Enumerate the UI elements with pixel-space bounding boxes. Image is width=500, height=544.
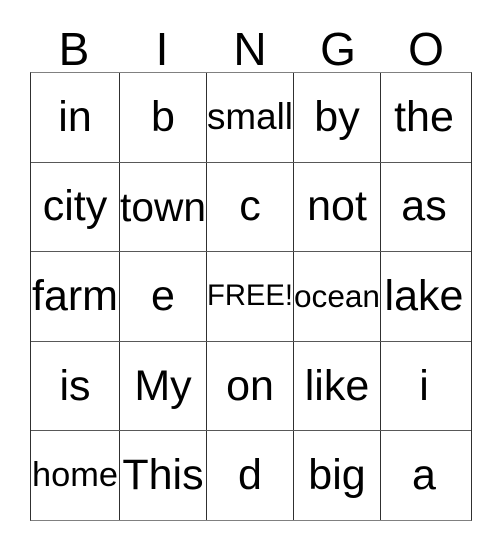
bingo-cell[interactable]: city xyxy=(31,162,119,252)
bingo-cell-label: big xyxy=(308,451,366,500)
bingo-cell[interactable]: ocean xyxy=(293,252,380,341)
bingo-row: home This d big a xyxy=(31,430,471,520)
bingo-cell-label: on xyxy=(226,361,274,410)
bingo-row: city town c not as xyxy=(31,161,471,252)
bingo-cell-label: e xyxy=(151,271,175,320)
bingo-cell-label: lake xyxy=(384,271,464,320)
bingo-cell[interactable]: like xyxy=(293,341,380,431)
bingo-cell-label: the xyxy=(394,92,454,141)
header-letter-label: B xyxy=(58,23,90,76)
bingo-cell[interactable]: big xyxy=(293,431,380,520)
bingo-cell-label: town xyxy=(120,183,206,230)
bingo-header-letter-g: G xyxy=(294,20,382,72)
bingo-cell-free-space[interactable]: FREE! xyxy=(206,252,293,341)
bingo-header-letter-o: O xyxy=(382,20,470,72)
bingo-row: in b small by the xyxy=(31,73,471,162)
bingo-cell-label: i xyxy=(419,361,429,410)
bingo-cell[interactable]: town xyxy=(119,162,206,252)
bingo-cell[interactable]: is xyxy=(31,341,119,431)
bingo-cell[interactable]: My xyxy=(119,341,206,431)
bingo-cell-label: in xyxy=(58,92,92,141)
header-letter-label: O xyxy=(408,23,444,76)
bingo-header-letter-n: N xyxy=(206,20,294,72)
bingo-header-row: B I N G O xyxy=(30,20,470,72)
bingo-cell-label: is xyxy=(59,361,91,410)
bingo-cell-label: like xyxy=(304,361,370,410)
bingo-cell-label: d xyxy=(238,451,262,500)
bingo-cell-label: ocean xyxy=(294,277,380,314)
bingo-cell[interactable]: i xyxy=(380,341,467,431)
bingo-cell[interactable]: in xyxy=(31,73,119,162)
bingo-cell[interactable]: on xyxy=(206,341,293,431)
bingo-header-letter-b: B xyxy=(30,20,118,72)
bingo-cell-label: not xyxy=(307,182,367,231)
bingo-cell[interactable]: small xyxy=(206,73,293,162)
bingo-cell[interactable]: as xyxy=(380,162,467,252)
bingo-cell-label: This xyxy=(122,451,204,500)
bingo-cell-label: small xyxy=(207,95,293,137)
bingo-cell-label: as xyxy=(401,182,447,231)
bingo-cell[interactable]: d xyxy=(206,431,293,520)
bingo-cell[interactable]: This xyxy=(119,431,206,520)
bingo-cell-label: c xyxy=(239,182,261,231)
bingo-cell-label: by xyxy=(314,92,360,141)
bingo-cell[interactable]: home xyxy=(31,431,119,520)
bingo-header-letter-i: I xyxy=(118,20,206,72)
bingo-cell[interactable]: c xyxy=(206,162,293,252)
bingo-cell[interactable]: e xyxy=(119,252,206,341)
bingo-row: farm e FREE! ocean lake xyxy=(31,251,471,341)
bingo-cell[interactable]: the xyxy=(380,73,467,162)
bingo-cell[interactable]: b xyxy=(119,73,206,162)
bingo-cell-label: b xyxy=(151,92,175,141)
bingo-cell-label: FREE! xyxy=(207,279,293,312)
header-letter-label: N xyxy=(233,23,267,76)
bingo-grid: in b small by the city town c not as far… xyxy=(30,72,472,521)
bingo-cell-label: farm xyxy=(32,271,118,320)
header-letter-label: I xyxy=(155,23,169,76)
bingo-cell[interactable]: not xyxy=(293,162,380,252)
bingo-cell[interactable]: lake xyxy=(380,252,467,341)
bingo-cell[interactable]: a xyxy=(380,431,467,520)
bingo-cell-label: My xyxy=(134,361,192,410)
bingo-cell-label: city xyxy=(42,182,108,231)
header-letter-label: G xyxy=(320,23,356,76)
bingo-row: is My on like i xyxy=(31,340,471,431)
bingo-cell-label: home xyxy=(32,456,118,495)
bingo-cell-label: a xyxy=(412,451,436,500)
bingo-card: B I N G O in b small by the city town c … xyxy=(30,20,472,521)
bingo-cell[interactable]: farm xyxy=(31,252,119,341)
bingo-cell[interactable]: by xyxy=(293,73,380,162)
